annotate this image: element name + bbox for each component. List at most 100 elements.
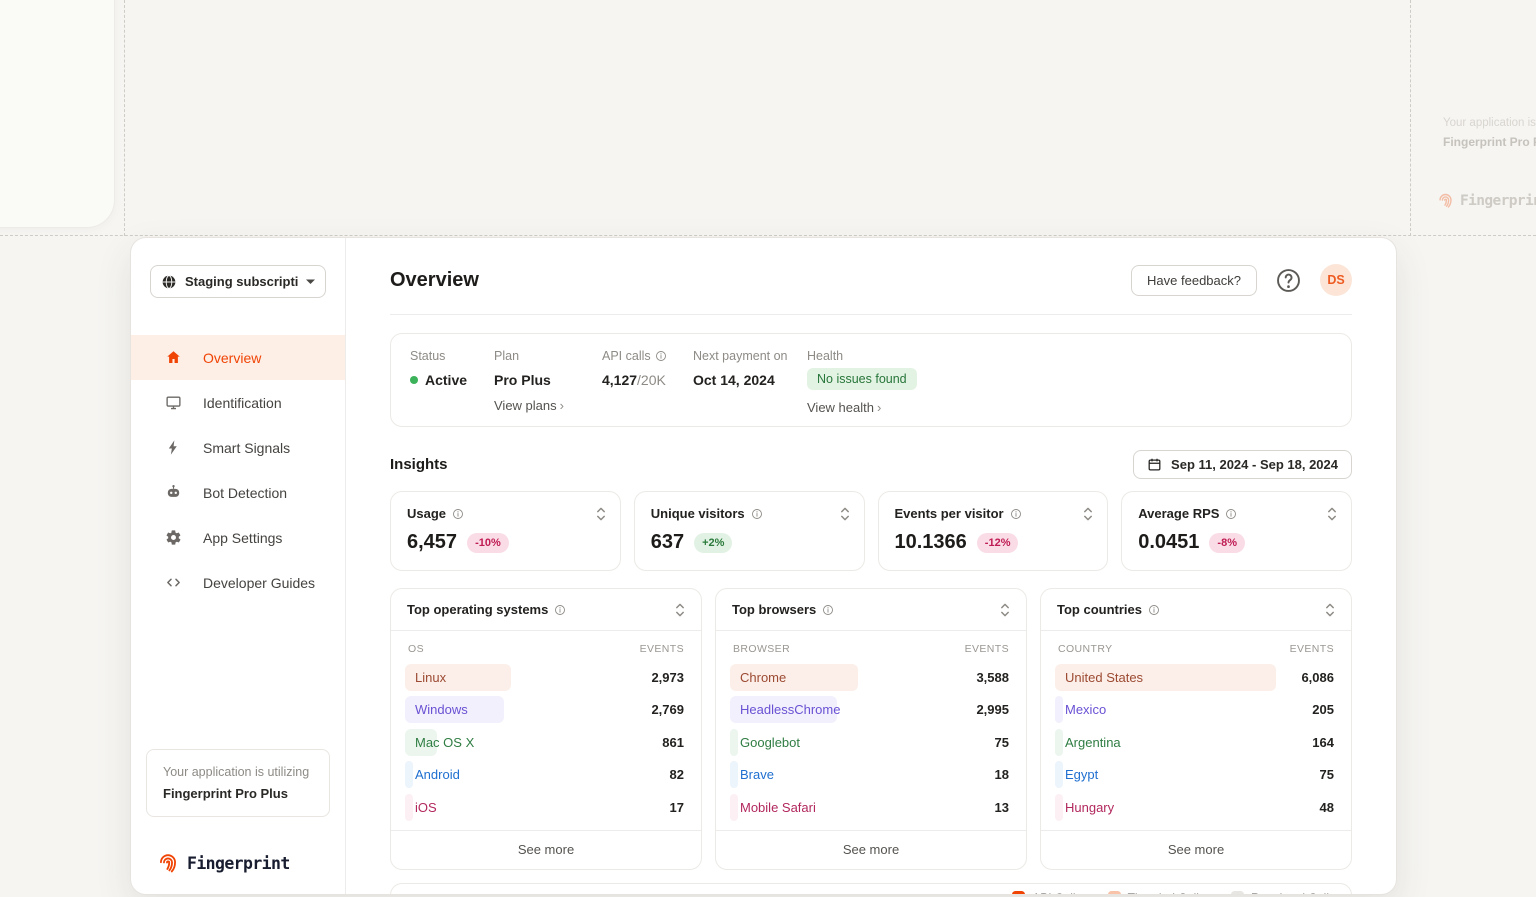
background-snapshot-card <box>0 0 115 228</box>
info-icon[interactable] <box>1225 508 1237 520</box>
see-more-button[interactable]: See more <box>1041 830 1351 869</box>
table-column-headers: BROWSEREVENTS <box>716 631 1026 661</box>
row-events-value: 17 <box>662 800 687 815</box>
table-row: Windows2,769 <box>405 694 687 727</box>
table-sort-icon[interactable] <box>1325 602 1335 617</box>
table-card-top-operating-systems: Top operating systemsOSEVENTSLinux2,973W… <box>390 588 702 870</box>
info-icon[interactable] <box>655 350 667 362</box>
table-row: Mac OS X861 <box>405 726 687 759</box>
row-bar-cell: United States <box>1055 664 1293 691</box>
plan-box-line1: Your application is utilizing <box>163 765 313 779</box>
metric-label: Unique visitors <box>651 506 763 521</box>
row-events-value: 13 <box>987 800 1012 815</box>
metric-label-text: Events per visitor <box>895 506 1004 521</box>
view-plans-link[interactable]: View plans› <box>494 398 602 413</box>
sidebar-item-label: Smart Signals <box>203 440 290 456</box>
table-title-text: Top browsers <box>732 602 816 617</box>
date-range-picker[interactable]: Sep 11, 2024 - Sep 18, 2024 <box>1133 450 1352 479</box>
workspace-selector[interactable]: Staging subscriptio... <box>150 265 326 298</box>
metric-sort-icon[interactable] <box>596 506 606 521</box>
see-more-button[interactable]: See more <box>716 830 1026 869</box>
metric-value-row: 6,457-10% <box>407 531 606 554</box>
help-icon[interactable] <box>1275 267 1302 294</box>
fingerprint-icon <box>157 852 179 874</box>
row-label: Chrome <box>730 670 786 685</box>
table-sort-icon[interactable] <box>675 602 685 617</box>
table-row: Mexico 205 <box>1055 694 1337 727</box>
feedback-button[interactable]: Have feedback? <box>1131 265 1257 296</box>
crop-guide-line-right <box>1410 0 1411 236</box>
sidebar-item-overview[interactable]: Overview <box>131 335 345 380</box>
metric-sort-icon[interactable] <box>840 506 850 521</box>
table-sort-icon[interactable] <box>1000 602 1010 617</box>
sidebar-spacer <box>131 605 345 749</box>
row-bar-cell: iOS <box>405 794 662 821</box>
info-icon[interactable] <box>554 604 566 616</box>
table-title: Top operating systems <box>407 602 566 617</box>
table-row: Linux2,973 <box>405 661 687 694</box>
gear-icon <box>165 529 182 546</box>
row-bar-cell: Brave <box>730 761 987 788</box>
table-row: Mobile Safari13 <box>730 791 1012 824</box>
plan-box-line2: Fingerprint Pro Plus <box>163 786 313 801</box>
row-label: Hungary <box>1055 800 1114 815</box>
table-row: Argentina164 <box>1055 726 1337 759</box>
row-bar-cell: Mac OS X <box>405 729 654 756</box>
insights-title: Insights <box>390 456 448 473</box>
legend-label: API Calls <box>1032 891 1081 896</box>
header-actions: Have feedback? DS <box>1131 264 1352 296</box>
info-icon[interactable] <box>1010 508 1022 520</box>
metric-label: Usage <box>407 506 464 521</box>
legend-label: Restricted Calls <box>1251 891 1335 896</box>
metric-value: 10.1366 <box>895 531 967 554</box>
subscription-status-card: Status Active Plan Pro Plus View plans› … <box>390 333 1352 427</box>
next-payment-value: Oct 14, 2024 <box>693 372 807 388</box>
metric-sort-icon[interactable] <box>1327 506 1337 521</box>
sidebar-item-label: Overview <box>203 350 261 366</box>
sidebar-item-smart-signals[interactable]: Smart Signals <box>131 425 345 470</box>
row-bar-cell: Android <box>405 761 662 788</box>
table-card-header: Top operating systems <box>391 589 701 631</box>
row-label: Argentina <box>1055 735 1121 750</box>
sidebar-item-app-settings[interactable]: App Settings <box>131 515 345 560</box>
table-card-top-countries: Top countriesCOUNTRYEVENTSUnited States6… <box>1040 588 1352 870</box>
metric-sort-icon[interactable] <box>1083 506 1093 521</box>
dashboard-window: Staging subscriptio... Overview Identific… <box>130 237 1397 895</box>
legend-swatch <box>1108 891 1121 895</box>
info-icon[interactable] <box>822 604 834 616</box>
row-bar-cell: HeadlessChrome <box>730 696 968 723</box>
background-plan-note-line2: Fingerprint Pro Plus <box>1443 135 1536 149</box>
avatar[interactable]: DS <box>1320 264 1352 296</box>
row-events-value: 205 <box>1304 702 1337 717</box>
view-health-link[interactable]: View health› <box>807 400 917 415</box>
column-header-item: BROWSER <box>733 643 790 655</box>
sidebar-item-developer-guides[interactable]: Developer Guides <box>131 560 345 605</box>
sidebar-item-identification[interactable]: Identification <box>131 380 345 425</box>
row-events-value: 18 <box>987 767 1012 782</box>
background-logo-text: Fingerprint <box>1460 193 1536 209</box>
chevron-right-icon: › <box>877 400 881 415</box>
legend-swatch <box>1231 891 1244 895</box>
table-column-headers: COUNTRYEVENTS <box>1041 631 1351 661</box>
table-title: Top countries <box>1057 602 1160 617</box>
sidebar-item-bot-detection[interactable]: Bot Detection <box>131 470 345 515</box>
column-header-events: EVENTS <box>640 643 684 655</box>
row-events-value: 2,995 <box>968 702 1012 717</box>
table-row: Googlebot75 <box>730 726 1012 759</box>
row-label: Android <box>405 767 460 782</box>
row-bar-cell: Mexico <box>1055 696 1304 723</box>
fingerprint-icon <box>1437 192 1454 209</box>
row-label: Windows <box>405 702 468 717</box>
metric-card-header: Average RPS <box>1138 506 1337 521</box>
plan-label: Plan <box>494 349 602 363</box>
info-icon[interactable] <box>452 508 464 520</box>
row-label: Mexico <box>1055 702 1106 717</box>
row-label: United States <box>1055 670 1143 685</box>
see-more-button[interactable]: See more <box>391 830 701 869</box>
legend-label: Throttled Calls <box>1128 891 1205 896</box>
column-header-events: EVENTS <box>1290 643 1334 655</box>
logo-text: Fingerprint <box>187 854 290 873</box>
info-icon[interactable] <box>1148 604 1160 616</box>
metric-card-unique-visitors: Unique visitors637+2% <box>634 491 865 571</box>
info-icon[interactable] <box>751 508 763 520</box>
